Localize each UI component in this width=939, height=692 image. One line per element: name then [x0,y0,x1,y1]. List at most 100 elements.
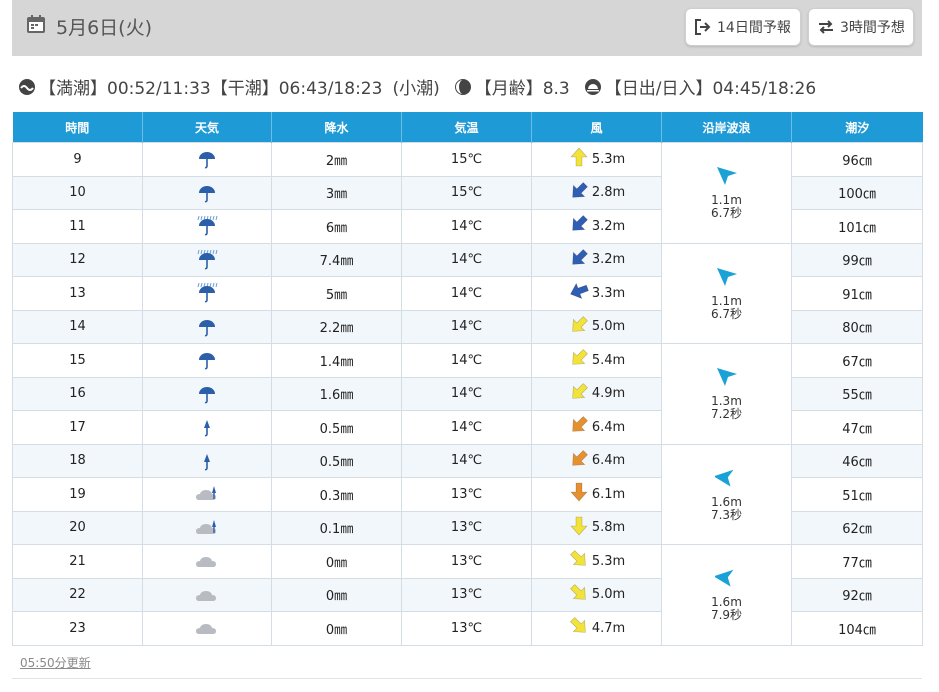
temperature-cell: 14℃ [401,242,532,277]
weather-cell [142,477,272,512]
wind-arrow-icon [568,615,592,641]
wind-cell: 5.3m [531,142,662,177]
umbrella-icon [143,182,271,204]
wind-speed: 6.4m [591,453,626,469]
wind-cell: 3.2m [531,242,662,277]
high-tide-text: 【満潮】00:52/11:33 [39,79,211,99]
hour-cell: 17 [12,410,143,445]
wind-speed: 3.2m [591,218,626,234]
wind-cell: 6.1m [531,477,662,512]
precipitation-cell: 0.1㎜ [271,510,402,545]
tide-cell: 80㎝ [791,309,923,344]
header-weather: 天気 [142,112,272,143]
header-time: 時間 [12,112,143,143]
tide-cell: 92㎝ [791,577,923,612]
calendar-icon [27,15,45,33]
temperature-cell: 15℃ [401,142,532,177]
low-tide-text: 【干潮】06:43/18:23 [210,79,383,99]
table-row: 15 1.4㎜ 14℃ 5.4m 1.3m 7.2秒 67㎝ [12,343,923,445]
header-tide: 潮汐 [791,112,923,143]
tide-cell: 67㎝ [791,343,923,378]
weather-cell [142,410,272,445]
wind-cell: 5.8m [531,510,662,545]
wind-speed: 5.3m [591,553,626,569]
weather-cell [142,142,272,177]
wave-period: 6.7秒 [710,306,743,321]
updated-time-link[interactable]: 05:50分更新 [20,654,91,671]
cloud-icon [143,550,271,572]
wind-speed: 5.0m [591,587,626,603]
header-temperature: 気温 [401,112,532,143]
wind-cell: 5.3m [531,544,662,579]
precipitation-cell: 1.4㎜ [271,343,402,378]
wind-speed: 5.4m [591,352,626,368]
tide-cell: 101㎝ [791,209,923,244]
tide-cell: 100㎝ [791,175,923,210]
temperature-cell: 13℃ [401,510,532,545]
wind-speed: 5.3m [591,151,626,167]
wind-arrow-icon [568,314,592,340]
precipitation-cell: 0㎜ [271,577,402,612]
exit-arrow-icon [695,19,711,35]
wind-cell: 3.3m [531,276,662,311]
moon-icon [454,78,471,95]
3-hour-forecast-button[interactable]: 3時間予想 [808,8,914,46]
precipitation-cell: 0㎜ [271,611,402,646]
14-day-forecast-button[interactable]: 14日間予報 [685,8,801,46]
wind-arrow-icon [568,347,592,373]
header-coastal-waves: 沿岸波浪 [661,112,792,143]
wave-height: 1.6m [711,494,742,509]
cloud-icon [143,617,271,639]
weather-cell [142,276,272,311]
temperature-cell: 14℃ [401,309,532,344]
wave-direction-icon [713,467,739,496]
hour-cell: 9 [12,142,143,177]
temperature-cell: 14℃ [401,443,532,478]
wind-cell: 5.4m [531,343,662,378]
tide-cell: 104㎝ [791,611,923,646]
temperature-cell: 13℃ [401,611,532,646]
wind-arrow-icon [568,515,592,541]
wind-arrow-icon [568,548,592,574]
temperature-cell: 14℃ [401,410,532,445]
3-hour-forecast-label: 3時間予想 [840,20,905,36]
weather-cell [142,611,272,646]
wave-cell: 1.6m 7.3秒 [661,443,792,545]
precipitation-cell: 3㎜ [271,175,402,210]
precipitation-cell: 0.5㎜ [271,443,402,478]
weather-cell [142,209,272,244]
hour-cell: 14 [12,309,143,344]
hour-cell: 23 [12,611,143,646]
wave-direction-icon [713,567,739,596]
tide-type-text: (小潮) [392,79,440,99]
cloud-icon [143,584,271,606]
table-row: 18 0.5㎜ 14℃ 6.4m 1.6m 7.3秒 46㎝ [12,443,923,545]
precipitation-cell: 7.4㎜ [271,242,402,277]
sunrise-sunset-text: 【日出/日入】04:45/18:26 [604,79,817,99]
wave-cell: 1.3m 7.2秒 [661,343,792,445]
wind-speed: 6.4m [591,419,626,435]
weather-cell [142,443,272,478]
table-row: 12 7.4㎜ 14℃ 3.2m 1.1m 6.7秒 99㎝ [12,242,923,344]
header-precipitation: 降水 [271,112,402,143]
weather-cell [142,577,272,612]
hour-cell: 12 [12,242,143,277]
hour-cell: 15 [12,343,143,378]
umbrella-heavy-icon [143,282,271,304]
hour-cell: 13 [12,276,143,311]
moon-age-text: 【月齢】8.3 [474,79,570,99]
wave-cell: 1.1m 6.7秒 [661,142,792,244]
wind-speed: 4.9m [591,386,626,402]
wave-height: 1.1m [711,293,742,308]
precipitation-cell: 2.2㎜ [271,309,402,344]
wind-speed: 3.3m [591,285,626,301]
precipitation-cell: 0.3㎜ [271,477,402,512]
wind-arrow-icon [568,146,592,172]
wind-speed: 6.1m [591,486,626,502]
wind-cell: 5.0m [531,577,662,612]
wind-cell: 2.8m [531,175,662,210]
temperature-cell: 13℃ [401,477,532,512]
hour-cell: 20 [12,510,143,545]
tide-cell: 99㎝ [791,242,923,277]
wind-arrow-icon [568,381,592,407]
